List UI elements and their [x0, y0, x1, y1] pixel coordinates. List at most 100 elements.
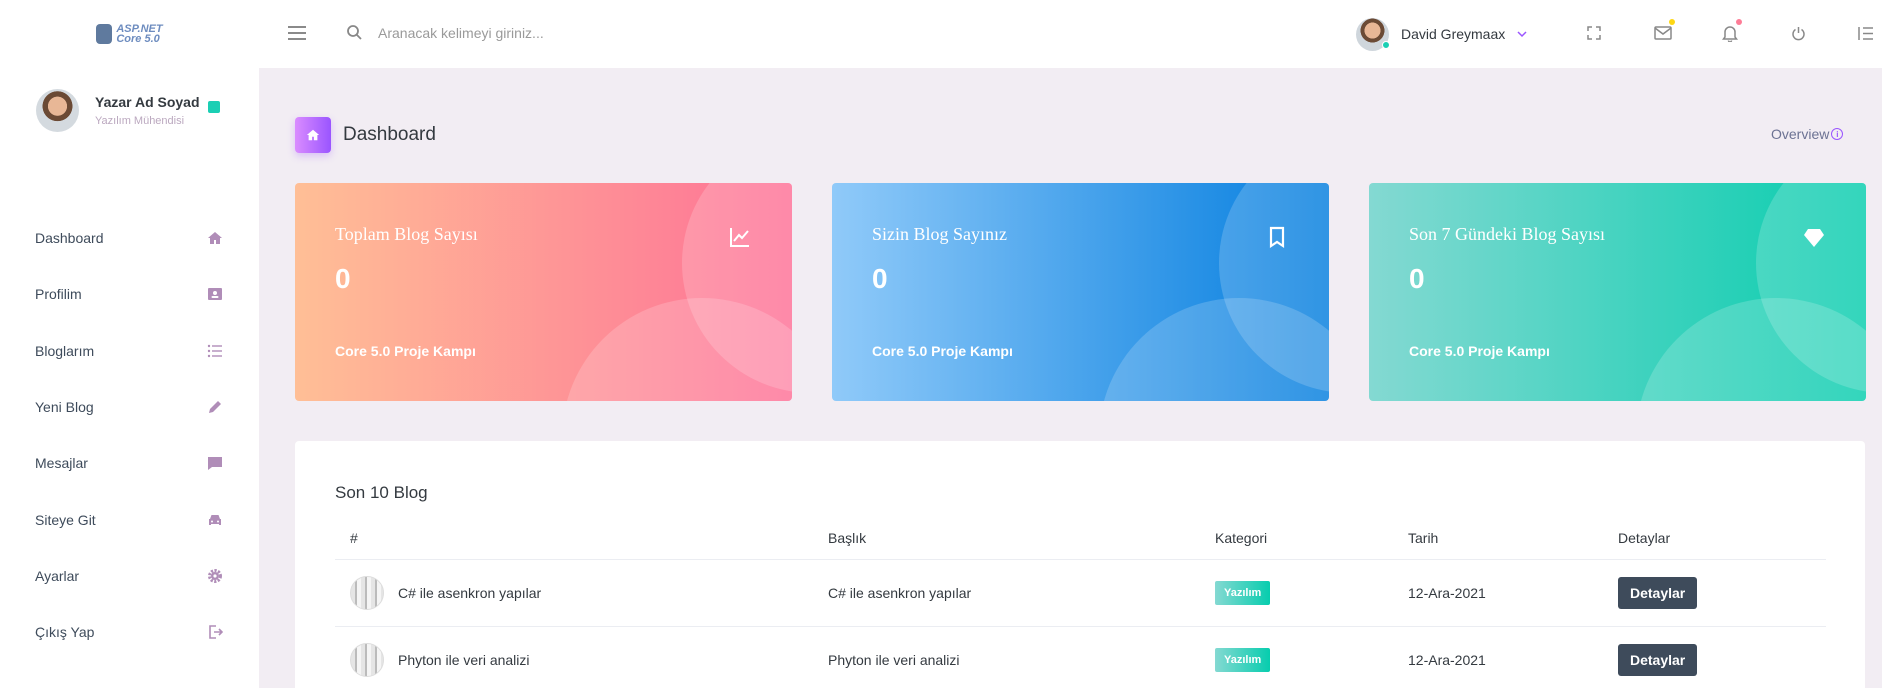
details-button[interactable]: Detaylar: [1618, 643, 1698, 676]
home-icon: [208, 232, 222, 245]
page-title: Dashboard: [343, 124, 436, 145]
stat-card-total-blogs: Toplam Blog Sayısı 0 Core 5.0 Proje Kamp…: [295, 183, 792, 401]
card-footer: Core 5.0 Proje Kampı: [335, 343, 476, 359]
sidebar: Yazar Ad Soyad Yazılım Mühendisi Dashboa…: [0, 68, 259, 688]
recent-blogs-table: # Başlık Kategori Tarih Detaylar C# ile …: [335, 517, 1826, 688]
recent-blogs-card: Son 10 Blog # Başlık Kategori Tarih Deta…: [295, 441, 1865, 688]
sidebar-profile[interactable]: Yazar Ad Soyad Yazılım Mühendisi: [36, 88, 226, 132]
user-menu[interactable]: David Greymaax: [1356, 16, 1527, 52]
logo-line2: Core 5.0: [116, 33, 160, 45]
column-header: #: [335, 517, 813, 560]
mail-icon: [1654, 26, 1672, 40]
sidebar-item-yeni-blog[interactable]: Yeni Blog: [0, 379, 259, 435]
blog-thumbnail: [350, 575, 384, 610]
card-value: 0: [335, 263, 351, 294]
card-title: Son 7 Gündeki Blog Sayısı: [1409, 224, 1606, 244]
sidebar-item-label: Yeni Blog: [35, 399, 94, 416]
messages-button[interactable]: [1652, 19, 1675, 44]
logo: ASP.NET Core 5.0: [96, 24, 163, 45]
blog-name: C# ile asenkron yapılar: [398, 584, 542, 601]
sidebar-item-dashboard[interactable]: Dashboard: [0, 210, 259, 266]
sidebar-item-bloglarim[interactable]: Bloglarım: [0, 323, 259, 379]
fullscreen-icon: [1587, 26, 1601, 40]
blog-title: C# ile asenkron yapılar: [813, 559, 1200, 627]
chart-line-icon: [730, 228, 749, 247]
notifications-button[interactable]: [1719, 19, 1742, 44]
sidebar-item-label: Çıkış Yap: [35, 624, 95, 641]
card-value: 0: [872, 263, 888, 294]
card-footer: Core 5.0 Proje Kampı: [1409, 343, 1550, 359]
logout-icon: [209, 625, 223, 640]
fullscreen-button[interactable]: [1583, 22, 1605, 44]
settings-panel-button[interactable]: [1854, 22, 1876, 44]
online-status-indicator: [1382, 40, 1390, 49]
column-header: Kategori: [1200, 517, 1393, 560]
card-title: Sizin Blog Sayınız: [872, 224, 1007, 244]
card-footer: Core 5.0 Proje Kampı: [872, 343, 1013, 359]
hamburger-icon: [288, 26, 306, 28]
gear-icon: [208, 568, 222, 583]
sidebar-item-profilim[interactable]: Profilim: [0, 266, 259, 322]
brand-logo[interactable]: ASP.NET Core 5.0: [0, 0, 259, 68]
sidebar-item-label: Bloglarım: [35, 342, 95, 359]
sidebar-item-label: Mesajlar: [35, 455, 88, 472]
column-header: Detaylar: [1603, 517, 1826, 560]
blog-name: Phyton ile veri analizi: [398, 651, 530, 668]
contact-card-icon: [208, 288, 222, 301]
card-title: Toplam Blog Sayısı: [335, 224, 478, 244]
menu-toggle-button[interactable]: [288, 20, 314, 46]
category-badge: Yazılım: [1215, 580, 1271, 605]
user-avatar: [1356, 17, 1390, 51]
message-icon: [208, 457, 222, 471]
sidebar-item-ayarlar[interactable]: Ayarlar: [0, 548, 259, 604]
format-list-icon: [1858, 26, 1873, 40]
category-badge: Yazılım: [1215, 647, 1271, 672]
table-header-row: # Başlık Kategori Tarih Detaylar: [335, 517, 1826, 560]
table-row: Phyton ile veri analizi Phyton ile veri …: [335, 626, 1826, 688]
pencil-icon: [209, 401, 221, 414]
profile-avatar: [36, 88, 79, 132]
table-title: Son 10 Blog: [335, 483, 428, 502]
table-row: C# ile asenkron yapılar C# ile asenkron …: [335, 559, 1826, 627]
power-button[interactable]: [1787, 22, 1809, 44]
info-icon: i: [1831, 128, 1844, 140]
page-header: Dashboard: [295, 117, 436, 153]
bell-icon: [1722, 25, 1738, 42]
column-header: Tarih: [1393, 517, 1603, 560]
overview-label: Overview: [1771, 126, 1830, 142]
sidebar-item-mesajlar[interactable]: Mesajlar: [0, 435, 259, 491]
user-name: David Greymaax: [1401, 26, 1506, 42]
details-button[interactable]: Detaylar: [1618, 576, 1698, 609]
top-navbar: ASP.NET Core 5.0 David Greymaax: [0, 0, 1882, 68]
profile-role: Yazılım Mühendisi: [95, 114, 185, 127]
verified-bookmark-icon: [208, 101, 220, 113]
blog-title: Phyton ile veri analizi: [813, 626, 1200, 688]
sidebar-item-label: Dashboard: [35, 230, 104, 247]
sidebar-item-label: Ayarlar: [35, 567, 80, 584]
blog-date: 12-Ara-2021: [1393, 626, 1603, 688]
sidebar-nav: Dashboard Profilim Bloglarım Yeni Blog M…: [0, 210, 259, 660]
logo-mark-icon: [96, 24, 113, 44]
blog-date: 12-Ara-2021: [1393, 559, 1603, 627]
search-icon: [347, 25, 362, 40]
stat-card-last-7-days: Son 7 Gündeki Blog Sayısı 0 Core 5.0 Pro…: [1369, 183, 1866, 401]
overview-link[interactable]: Overview i: [1771, 126, 1844, 142]
list-icon: [207, 344, 222, 357]
profile-name: Yazar Ad Soyad: [95, 93, 200, 110]
sidebar-item-siteye-git[interactable]: Siteye Git: [0, 491, 259, 547]
bookmark-icon: [1269, 226, 1285, 249]
sidebar-item-label: Siteye Git: [35, 511, 96, 528]
power-icon: [1791, 26, 1805, 40]
sidebar-item-cikis-yap[interactable]: Çıkış Yap: [0, 604, 259, 660]
bell-notification-dot: [1736, 19, 1742, 25]
sidebar-item-label: Profilim: [35, 286, 82, 303]
mail-notification-dot: [1669, 19, 1675, 25]
stat-card-your-blogs: Sizin Blog Sayınız 0 Core 5.0 Proje Kamp…: [832, 183, 1329, 401]
column-header: Başlık: [813, 517, 1200, 560]
search-input[interactable]: [378, 18, 878, 48]
chevron-down-icon: [1517, 31, 1527, 38]
home-icon: [295, 117, 331, 153]
car-icon: [209, 514, 221, 525]
blog-thumbnail: [350, 642, 384, 677]
card-value: 0: [1409, 263, 1425, 294]
